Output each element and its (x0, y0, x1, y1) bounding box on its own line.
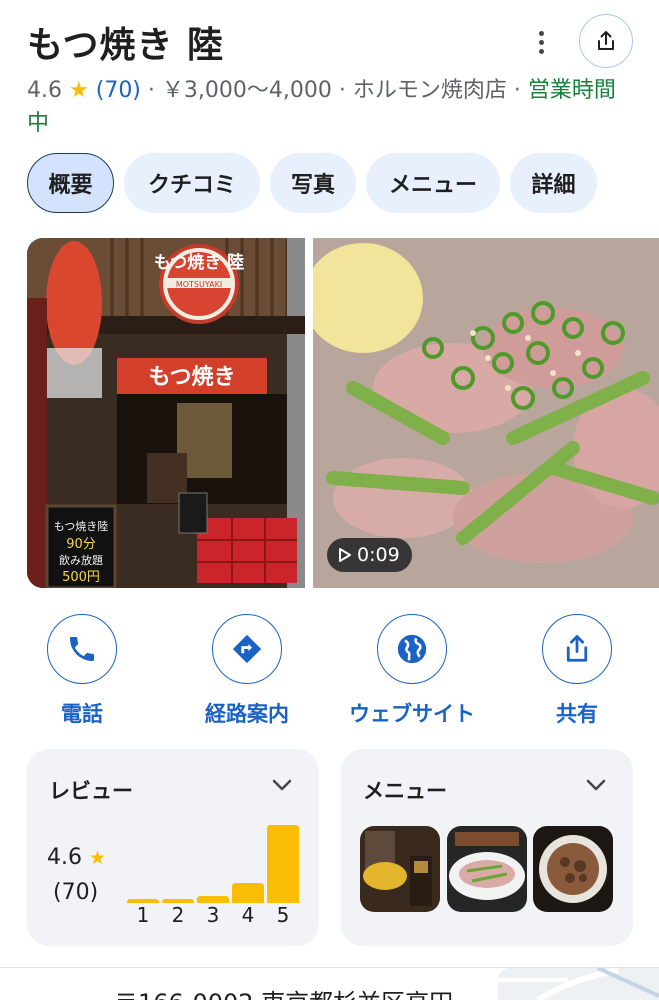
price-range: ￥3,000～4,000 (161, 78, 332, 103)
call-action[interactable]: 電話 (7, 614, 157, 728)
call-label: 電話 (61, 702, 103, 726)
chevron-down-icon[interactable] (271, 777, 293, 793)
review-count-link[interactable]: (70) (96, 78, 141, 103)
play-icon (339, 548, 351, 562)
storefront-photo[interactable]: もつ焼き 陸 MOTSUYAKI もつ焼き もつ焼き陸 90分 飲み放題 500… (27, 238, 305, 588)
more-vert-icon (538, 30, 544, 36)
sign-roman: MOTSUYAKI (176, 280, 222, 289)
directions-button[interactable] (212, 614, 282, 684)
share-icon (598, 31, 614, 50)
star-icon: ★ (69, 78, 89, 103)
star-icon: ★ (89, 847, 107, 869)
globe-icon (397, 634, 427, 664)
place-title: もつ焼き 陸 (27, 25, 225, 66)
review-card-rating: 4.6 ★ (47, 845, 107, 870)
rating-bar-label: 3 (206, 903, 220, 927)
directions-action[interactable]: 経路案内 (172, 614, 322, 728)
place-meta: 4.6 ★ (70) · ￥3,000～4,000 · ホルモン焼肉店 · 営業… (27, 78, 616, 136)
more-options-button[interactable] (526, 24, 556, 60)
share-button[interactable] (542, 614, 612, 684)
chevron-down-icon[interactable] (585, 777, 607, 793)
rating-histogram (127, 819, 302, 903)
svg-text:90分: 90分 (66, 537, 96, 552)
directions-icon (232, 634, 262, 664)
category: ホルモン焼肉店 (352, 78, 507, 103)
svg-text:もつ焼き陸: もつ焼き陸 (54, 520, 109, 533)
directions-label: 経路案内 (205, 702, 289, 726)
website-action[interactable]: ウェブサイト (337, 614, 487, 728)
menu-thumbnail[interactable] (447, 826, 527, 912)
review-summary-card[interactable]: レビュー 4.6 ★ (70) 12345 (27, 749, 319, 946)
review-card-title: レビュー (49, 779, 133, 803)
video-duration-badge: 0:09 (327, 538, 412, 572)
menu-thumbnail[interactable] (533, 826, 613, 912)
svg-text:500円: 500円 (62, 570, 100, 585)
tab-overview[interactable]: 概要 (27, 153, 114, 213)
food-video-thumbnail[interactable]: 0:09 (313, 238, 659, 588)
tab-bar: 概要 クチコミ 写真 メニュー 詳細 (27, 153, 597, 213)
call-button[interactable] (47, 614, 117, 684)
address-text[interactable]: 〒166-0002 東京都杉並区高円 (114, 983, 453, 1000)
share-icon (566, 635, 588, 662)
rating-bar-label: 4 (241, 903, 255, 927)
rating-bar-4 (232, 883, 264, 903)
menu-card[interactable]: メニュー (341, 749, 633, 946)
tab-photos[interactable]: 写真 (270, 153, 356, 213)
website-label: ウェブサイト (349, 702, 475, 726)
share-top-button[interactable] (579, 14, 633, 68)
rating-bar-5 (267, 825, 299, 903)
rating-value: 4.6 (27, 78, 62, 103)
mini-map[interactable] (498, 968, 659, 1000)
rating-bar-3 (197, 896, 229, 903)
menu-thumbnail[interactable] (360, 826, 440, 912)
menu-card-title: メニュー (363, 779, 447, 803)
share-action[interactable]: 共有 (502, 614, 652, 728)
tab-menu[interactable]: メニュー (366, 153, 500, 213)
sign-text: もつ焼き 陸 (154, 252, 244, 273)
phone-icon (70, 637, 94, 661)
rating-bar-label: 2 (171, 903, 185, 927)
rating-bar-label: 5 (276, 903, 290, 927)
share-label: 共有 (556, 702, 598, 726)
review-card-count: (70) (53, 880, 99, 905)
rating-bar-label: 1 (136, 903, 150, 927)
banner-text: もつ焼き (148, 364, 235, 390)
website-button[interactable] (377, 614, 447, 684)
tab-details[interactable]: 詳細 (510, 153, 597, 213)
tab-reviews[interactable]: クチコミ (124, 153, 260, 213)
svg-text:飲み放題: 飲み放題 (59, 553, 103, 567)
